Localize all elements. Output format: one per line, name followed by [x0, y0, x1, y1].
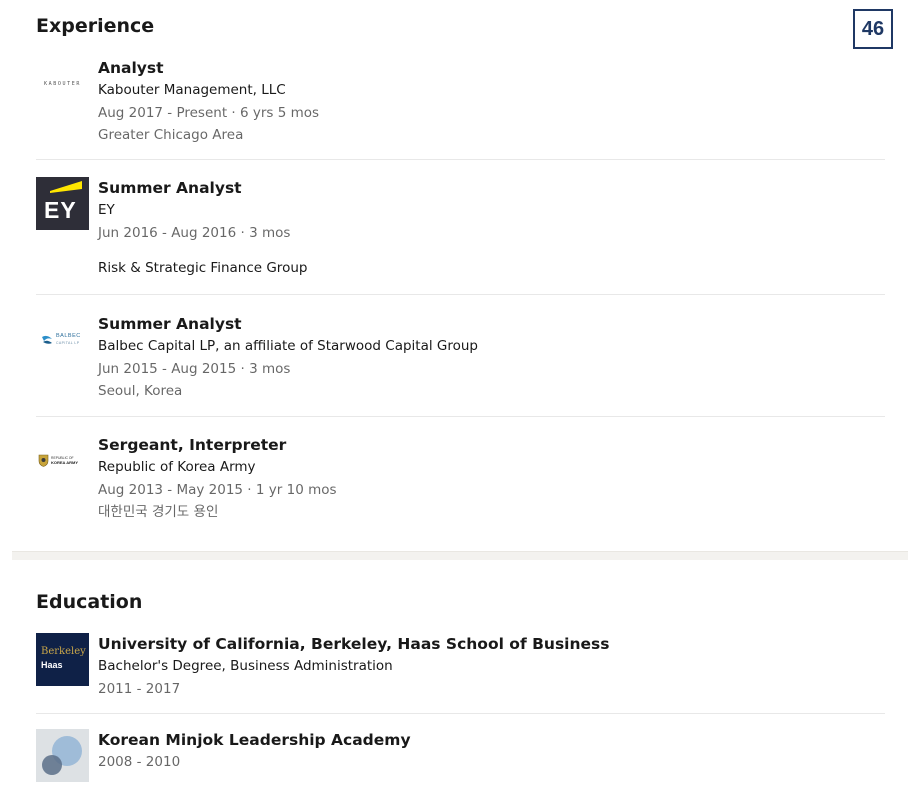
- experience-item-kabouter[interactable]: KABOUTER Analyst Kabouter Management, LL…: [36, 57, 885, 147]
- balbec-wave-icon: [42, 335, 52, 344]
- education-dates: 2008 - 2010: [98, 754, 181, 770]
- balbec-logo-subtext: CAPITAL LP: [56, 340, 80, 345]
- divider: [36, 416, 885, 417]
- haas-logo-text: Haas: [41, 660, 63, 670]
- job-title[interactable]: Analyst: [98, 57, 885, 79]
- degree: Bachelor's Degree, Business Administrati…: [98, 658, 393, 674]
- divider: [36, 159, 885, 160]
- education-item-kmla[interactable]: Korean Minjok Leadership Academy 2008 - …: [36, 729, 885, 784]
- army-emblem-icon: [38, 454, 49, 467]
- ey-logo[interactable]: EY: [36, 177, 89, 230]
- job-title[interactable]: Summer Analyst: [98, 177, 885, 199]
- experience-item-balbec[interactable]: BALBEC CAPITAL LP Summer Analyst Balbec …: [36, 313, 885, 405]
- kabouter-logo[interactable]: KABOUTER: [36, 57, 89, 110]
- job-dates: Aug 2013 - May 2015 · 1 yr 10 mos: [98, 481, 337, 498]
- company-name[interactable]: Kabouter Management, LLC: [98, 79, 885, 102]
- berkeley-logo-text: Berkeley: [41, 646, 86, 657]
- education-heading: Education: [36, 591, 143, 613]
- kabouter-logo-text: KABOUTER: [44, 80, 81, 87]
- school-placeholder-logo[interactable]: [36, 729, 89, 782]
- army-logo-subtext: KOREA ARMY: [51, 460, 79, 465]
- education-dates: 2011 - 2017: [98, 680, 181, 697]
- job-title[interactable]: Summer Analyst: [98, 313, 885, 335]
- company-name[interactable]: Republic of Korea Army: [98, 456, 885, 479]
- experience-item-rok-army[interactable]: REPUBLIC OF KOREA ARMY Sergeant, Interpr…: [36, 434, 885, 526]
- job-description: Risk & Strategic Finance Group: [98, 260, 308, 276]
- job-location: Greater Chicago Area: [98, 127, 244, 143]
- job-location: 대한민국 경기도 용인: [98, 504, 219, 520]
- balbec-logo[interactable]: BALBEC CAPITAL LP: [36, 313, 89, 366]
- education-item-berkeley[interactable]: Berkeley Haas University of California, …: [36, 633, 885, 705]
- company-name[interactable]: EY: [98, 199, 885, 222]
- job-dates: Jun 2016 - Aug 2016 · 3 mos: [98, 224, 291, 241]
- rok-army-logo[interactable]: REPUBLIC OF KOREA ARMY: [36, 434, 89, 487]
- school-name[interactable]: University of California, Berkeley, Haas…: [98, 633, 885, 655]
- experience-heading: Experience: [36, 15, 155, 37]
- job-dates: Aug 2017 - Present · 6 yrs 5 mos: [98, 104, 320, 121]
- school-placeholder-icon: [42, 736, 82, 775]
- ey-logo-text: EY: [44, 197, 77, 223]
- company-name[interactable]: Balbec Capital LP, an affiliate of Starw…: [98, 335, 885, 358]
- page-number-badge: 46: [853, 9, 893, 49]
- job-location: Seoul, Korea: [98, 383, 183, 399]
- divider: [36, 294, 885, 295]
- berkeley-haas-logo[interactable]: Berkeley Haas: [36, 633, 89, 686]
- experience-item-ey[interactable]: EY Summer Analyst EY Jun 2016 - Aug 2016…: [36, 177, 885, 287]
- job-dates: Jun 2015 - Aug 2015 · 3 mos: [98, 360, 291, 377]
- section-separator: [12, 551, 908, 560]
- job-title[interactable]: Sergeant, Interpreter: [98, 434, 885, 456]
- school-name[interactable]: Korean Minjok Leadership Academy: [98, 729, 885, 751]
- divider: [36, 713, 885, 714]
- balbec-logo-text: BALBEC: [56, 332, 81, 339]
